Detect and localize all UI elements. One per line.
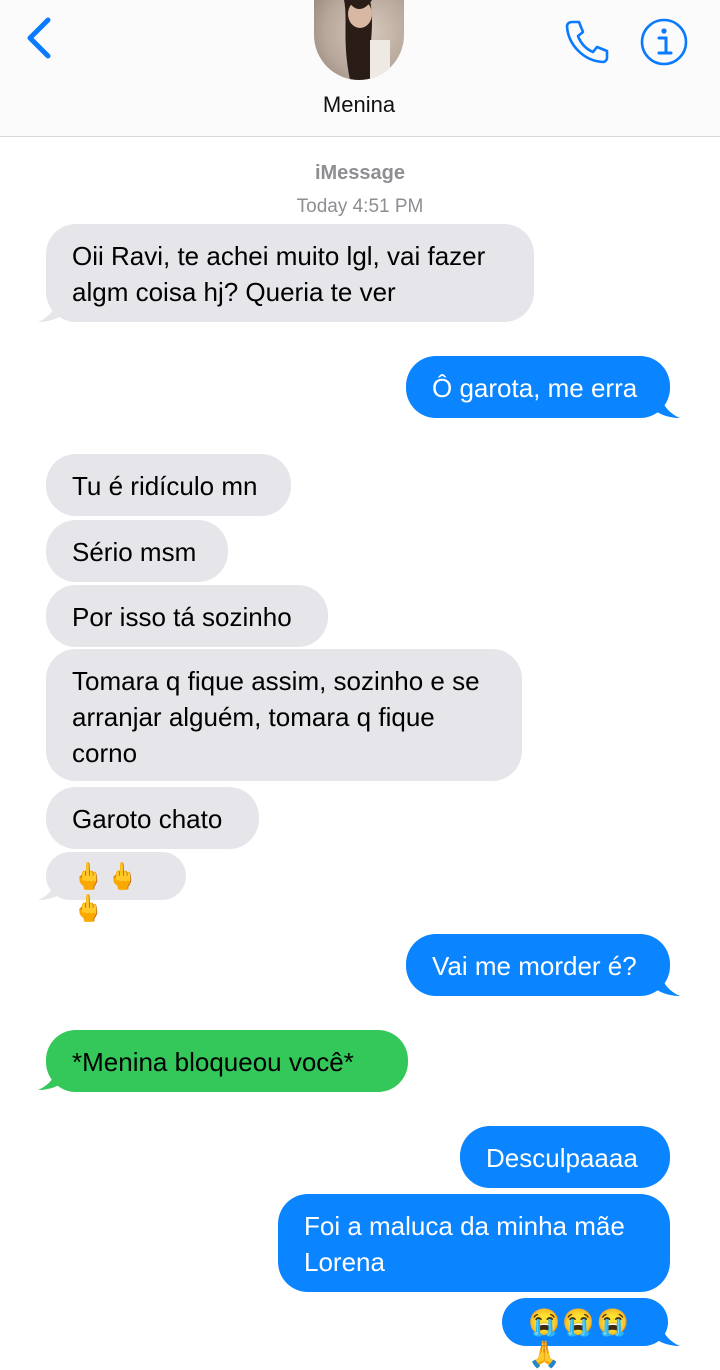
message-bubble-outgoing[interactable]: 😭😭😭🙏 [502, 1298, 668, 1369]
phone-icon [565, 20, 609, 64]
message-bubble-incoming[interactable]: 🖕🖕🖕 [46, 852, 186, 923]
message-bubble-incoming[interactable]: Sério msm [46, 520, 228, 582]
bubble-tail [38, 1062, 66, 1090]
bubble-tail [38, 294, 66, 322]
message-bubble-outgoing[interactable]: Vai me morder é? [406, 934, 670, 996]
service-label: iMessage [314, 162, 406, 184]
message-bubble-incoming[interactable]: Tu é ridículo mn [46, 454, 291, 516]
message-bubble-outgoing[interactable]: Desculpaaaa [460, 1126, 670, 1188]
message-bubble-incoming[interactable]: Garoto chato [46, 787, 259, 849]
info-button[interactable] [638, 16, 690, 68]
bubble-tail [38, 872, 66, 900]
info-icon [640, 18, 688, 66]
contact-avatar[interactable] [314, 0, 404, 80]
back-chevron-icon [27, 17, 51, 59]
bubble-tail [652, 390, 680, 418]
message-bubble-incoming[interactable]: Oii Ravi, te achei muito lgl, vai fazer … [46, 224, 534, 322]
back-button[interactable] [24, 14, 58, 62]
contact-name[interactable]: Menina [0, 92, 718, 118]
bubble-tail [652, 1318, 680, 1346]
bubble-tail [652, 968, 680, 996]
blocked-notice-bubble[interactable]: *Menina bloqueou você* [46, 1030, 408, 1092]
message-bubble-outgoing[interactable]: Foi a maluca da minha mãe Lorena [278, 1194, 670, 1292]
message-bubble-incoming[interactable]: Tomara q fique assim, sozinho e se arran… [46, 649, 522, 781]
message-bubble-incoming[interactable]: Por isso tá sozinho [46, 585, 328, 647]
conversation-header: Menina [0, 0, 720, 137]
timestamp: Today 4:51 PM [296, 196, 424, 217]
message-bubble-outgoing[interactable]: Ô garota, me erra [406, 356, 670, 418]
call-button[interactable] [562, 16, 612, 66]
